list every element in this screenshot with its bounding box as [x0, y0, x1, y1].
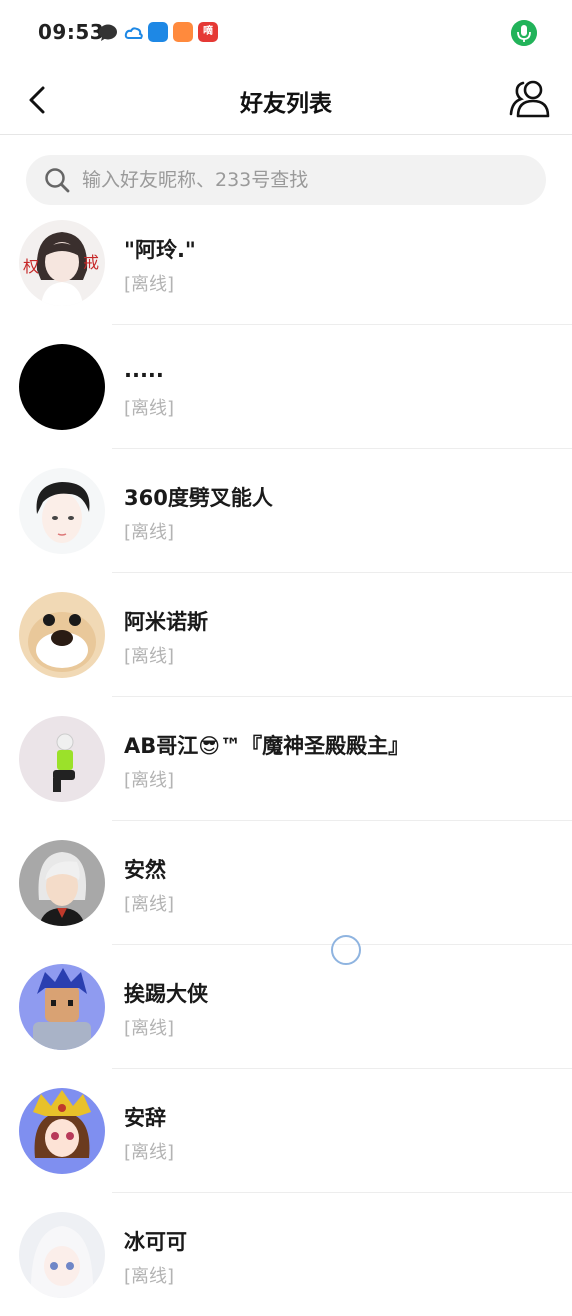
- avatar: [19, 344, 105, 430]
- app-notification-icon: [148, 22, 168, 42]
- friend-name: 360度劈叉能人: [124, 486, 273, 510]
- svg-text:权: 权: [23, 257, 39, 276]
- friend-status: [离线]: [124, 522, 175, 543]
- friend-list-item[interactable]: 挨踢大侠 [离线]: [0, 944, 572, 1069]
- avatar: [19, 964, 105, 1050]
- friend-list-item[interactable]: 360度劈叉能人 [离线]: [0, 448, 572, 573]
- friend-name: AB哥江😎™『魔神圣殿殿主』: [124, 734, 410, 758]
- friend-name: "阿玲.": [124, 238, 196, 262]
- friend-list-item[interactable]: 安辞 [离线]: [0, 1068, 572, 1193]
- status-time: 09:53: [38, 20, 105, 44]
- avatar: [19, 1088, 105, 1174]
- friend-list-item[interactable]: 阿米诺斯 [离线]: [0, 572, 572, 697]
- svg-text:戒: 戒: [83, 253, 99, 272]
- friend-status: [离线]: [124, 274, 175, 295]
- chat-bubble-icon: [99, 24, 117, 41]
- search-bar[interactable]: [26, 155, 546, 205]
- cloud-icon: [124, 27, 143, 39]
- friend-status: [离线]: [124, 770, 175, 791]
- status-bar: 09:53 嘀: [0, 0, 572, 66]
- page-title: 好友列表: [240, 91, 332, 117]
- friend-list-item[interactable]: 冰可可 [离线]: [0, 1192, 572, 1316]
- friend-list-item[interactable]: 安然 [离线]: [0, 820, 572, 945]
- friend-name: 安然: [124, 858, 166, 882]
- touch-indicator: [331, 935, 361, 965]
- avatar: 权 戒: [19, 220, 105, 306]
- friend-status: [离线]: [124, 894, 175, 915]
- friend-status: [离线]: [124, 1142, 175, 1163]
- friend-name: 冰可可: [124, 1230, 187, 1254]
- avatar: [19, 1212, 105, 1298]
- friend-name: 挨踢大侠: [124, 982, 208, 1006]
- friend-name: .....: [124, 358, 164, 382]
- avatar: [19, 840, 105, 926]
- search-input[interactable]: [82, 155, 522, 205]
- friend-name: 阿米诺斯: [124, 610, 208, 634]
- friend-name: 安辞: [124, 1106, 166, 1130]
- friend-status: [离线]: [124, 1266, 175, 1287]
- app-notification-icon: [173, 22, 193, 42]
- friend-list-item[interactable]: ..... [离线]: [0, 324, 572, 449]
- app-notification-icon: 嘀: [198, 22, 218, 42]
- friend-status: [离线]: [124, 1018, 175, 1039]
- search-icon: [45, 168, 70, 193]
- friend-status: [离线]: [124, 646, 175, 667]
- avatar: [19, 468, 105, 554]
- microphone-icon: [511, 20, 537, 46]
- friends-icon[interactable]: [506, 76, 552, 122]
- avatar: [19, 592, 105, 678]
- header-bar: 好友列表: [0, 66, 572, 135]
- friend-list-item[interactable]: AB哥江😎™『魔神圣殿殿主』 [离线]: [0, 696, 572, 821]
- friend-list-item[interactable]: 权 戒 "阿玲." [离线]: [0, 200, 572, 325]
- avatar: [19, 716, 105, 802]
- friend-status: [离线]: [124, 398, 175, 419]
